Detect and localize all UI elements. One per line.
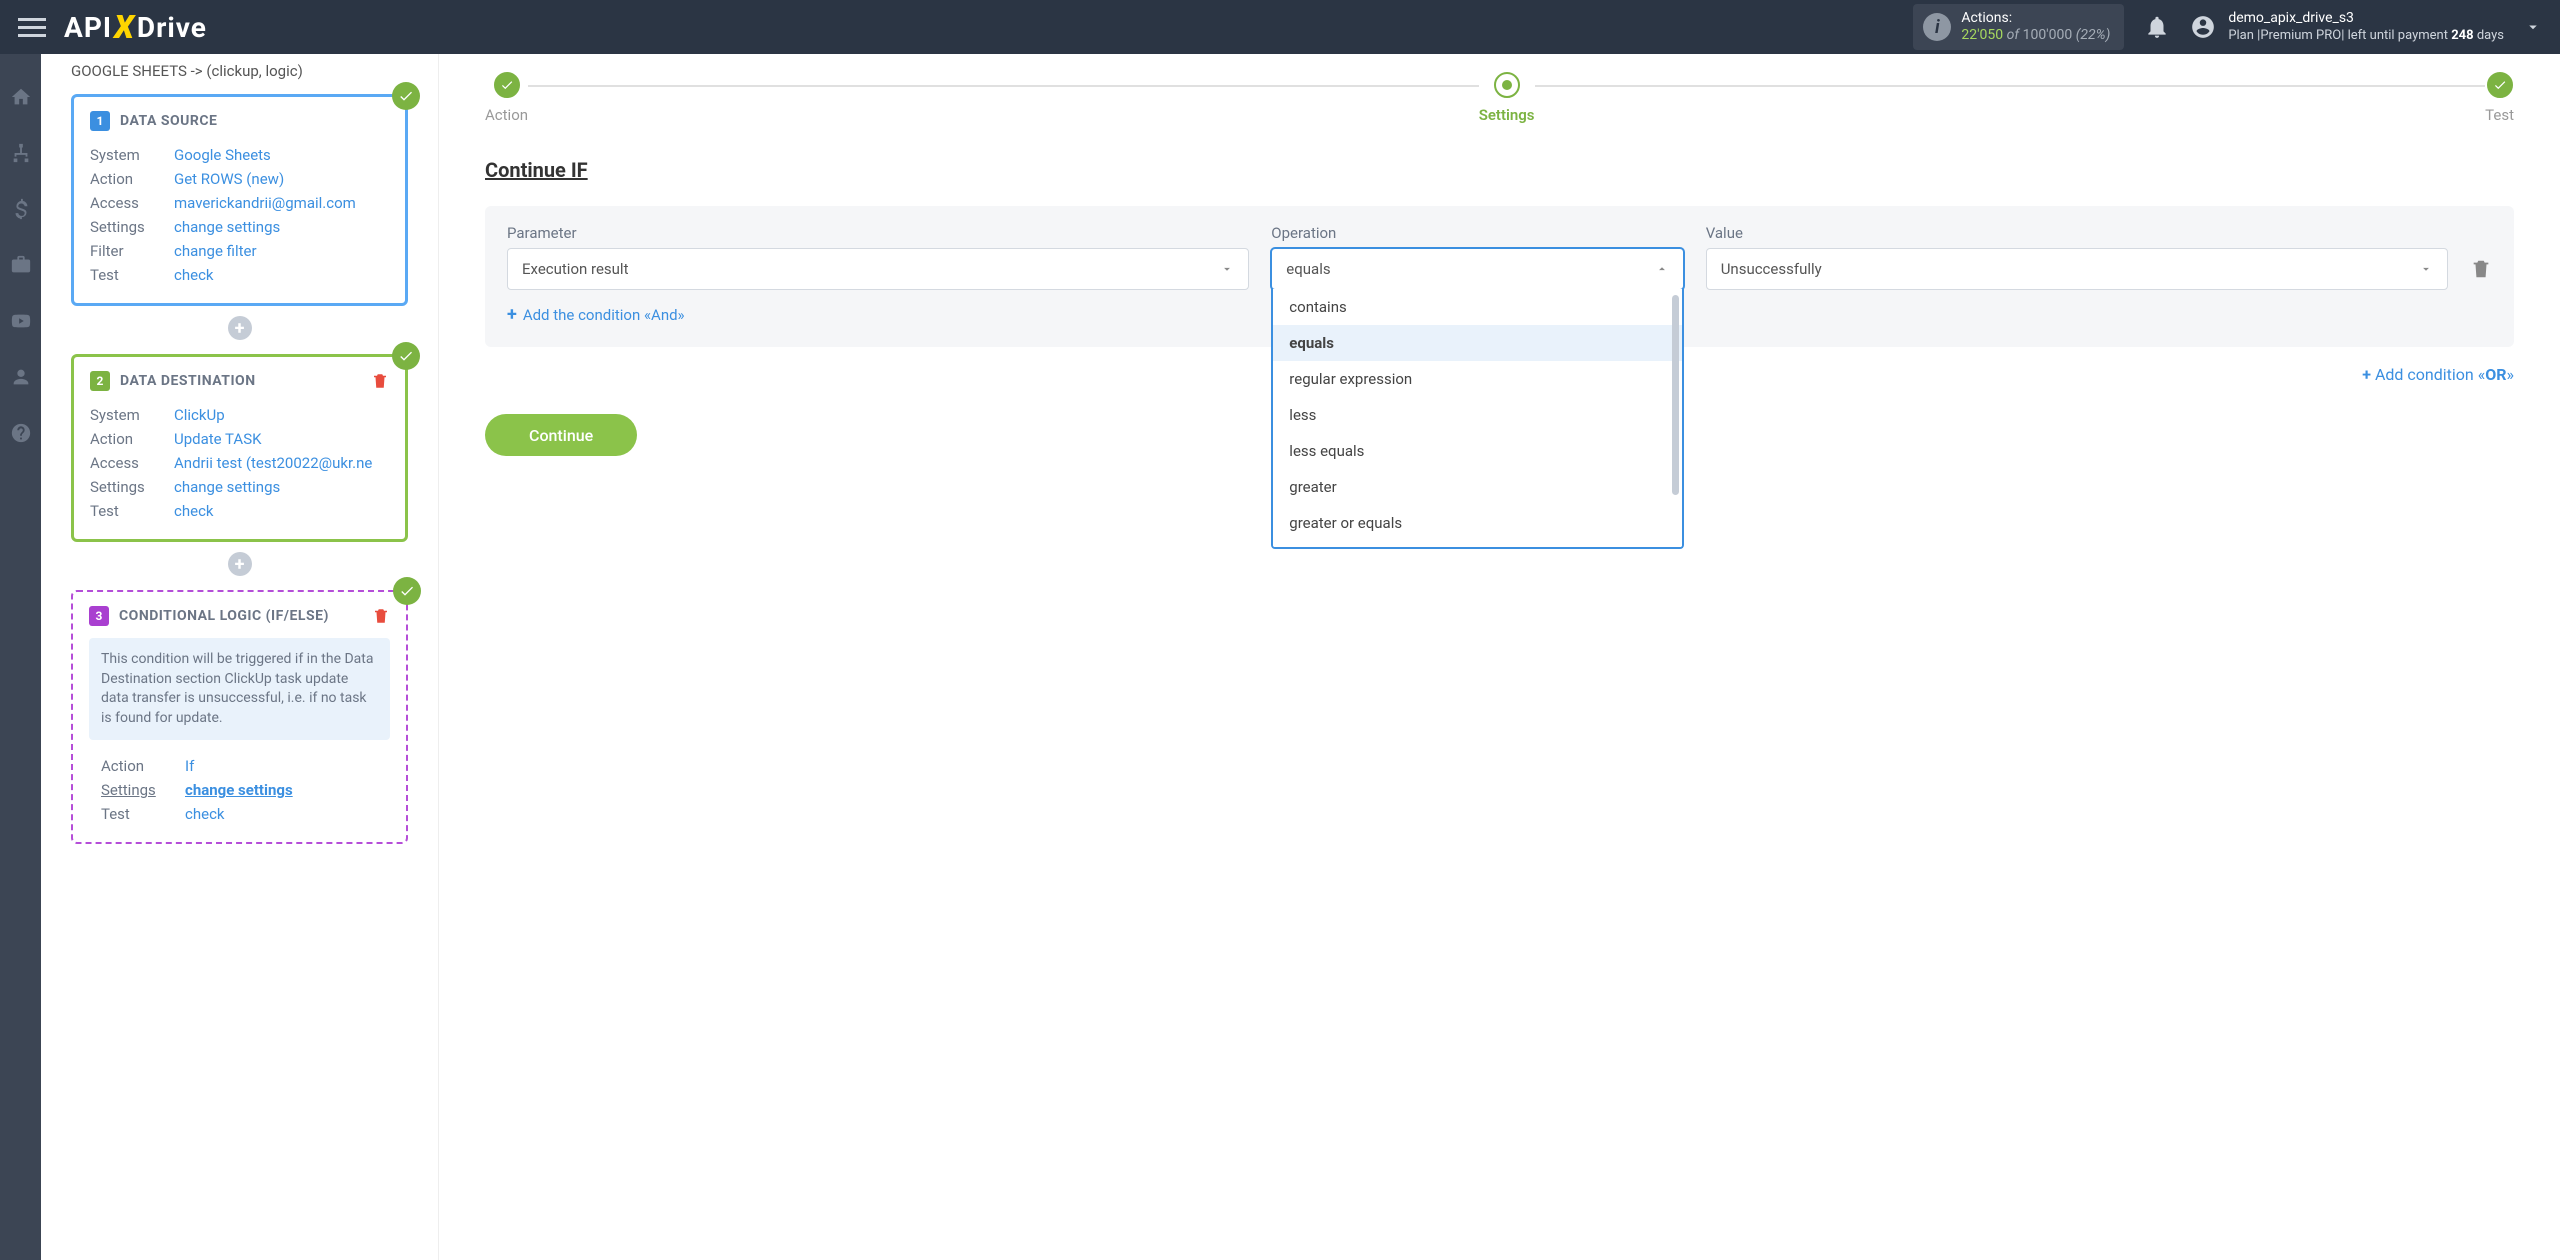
filter-box: Parameter Execution result Operation equ…	[485, 206, 2514, 347]
chevron-down-icon	[2419, 262, 2433, 276]
plus-icon: +	[507, 304, 517, 325]
logo-drive: Drive	[137, 11, 207, 44]
help-icon[interactable]	[10, 422, 32, 444]
source-settings-link[interactable]: change settings	[174, 215, 389, 239]
user-name: demo_apix_drive_s3	[2228, 9, 2504, 27]
actions-used: 22'050	[1961, 27, 2003, 43]
card-title: DATA SOURCE	[120, 113, 217, 129]
dropdown-item[interactable]: less	[1273, 397, 1681, 433]
sidebar: GOOGLE SHEETS -> (clickup, logic) 1 DATA…	[41, 54, 439, 1260]
plan-days: 248	[2451, 28, 2473, 43]
actions-label: Actions:	[1961, 10, 2110, 27]
main-panel: Action Settings Test Continue IF	[439, 54, 2560, 1260]
add-step-button[interactable]: +	[228, 552, 252, 576]
logo[interactable]: API X Drive	[64, 8, 207, 46]
card-number: 3	[89, 606, 109, 626]
check-badge-icon	[393, 577, 421, 605]
actions-pct: (22%)	[2076, 27, 2111, 43]
logic-test-link[interactable]: check	[185, 802, 378, 826]
dropdown-item[interactable]: equals	[1273, 325, 1681, 361]
card-title: CONDITIONAL LOGIC (IF/ELSE)	[119, 608, 329, 624]
logic-settings-link[interactable]: change settings	[185, 778, 378, 802]
step-action[interactable]: Action	[485, 72, 528, 124]
step-dot-done-icon	[494, 72, 520, 98]
trash-icon[interactable]	[2470, 258, 2492, 280]
data-destination-card[interactable]: 2 DATA DESTINATION SystemClickUp ActionU…	[71, 354, 408, 542]
logic-action[interactable]: If	[185, 754, 378, 778]
step-test[interactable]: Test	[2485, 72, 2514, 124]
step-dot-active-icon	[1494, 72, 1520, 98]
dropdown-item[interactable]: contains	[1273, 289, 1681, 325]
logic-description: This condition will be triggered if in t…	[89, 638, 390, 740]
value-dropdown[interactable]: Unsuccessfully	[1706, 248, 2448, 290]
menu-icon[interactable]	[18, 13, 46, 41]
actions-of: of	[2007, 27, 2019, 43]
trash-icon[interactable]	[372, 607, 390, 625]
actions-total: 100'000	[2023, 27, 2073, 43]
section-title: Continue IF	[485, 158, 2514, 182]
sitemap-icon[interactable]	[10, 142, 32, 164]
card-number: 1	[90, 111, 110, 131]
step-settings[interactable]: Settings	[1479, 72, 1535, 124]
home-icon[interactable]	[10, 86, 32, 108]
source-filter-link[interactable]: change filter	[174, 239, 389, 263]
bell-icon[interactable]	[2144, 14, 2170, 40]
step-dot-done-icon	[2487, 72, 2513, 98]
dest-system[interactable]: ClickUp	[174, 403, 389, 427]
dropdown-item[interactable]: regular expression	[1273, 361, 1681, 397]
user-block[interactable]: demo_apix_drive_s3 Plan |Premium PRO| le…	[2190, 9, 2542, 44]
source-test-link[interactable]: check	[174, 263, 389, 287]
left-nav	[0, 54, 41, 1260]
param-label: Parameter	[507, 224, 1249, 242]
dropdown-item[interactable]: less equals	[1273, 433, 1681, 469]
logo-api: API	[64, 11, 112, 44]
info-icon: i	[1923, 13, 1951, 41]
card-number: 2	[90, 371, 110, 391]
plan-prefix: Plan |Premium PRO| left until payment	[2228, 28, 2448, 43]
breadcrumb: GOOGLE SHEETS -> (clickup, logic)	[71, 54, 408, 94]
parameter-dropdown[interactable]: Execution result	[507, 248, 1249, 290]
dest-action[interactable]: Update TASK	[174, 427, 389, 451]
trash-icon[interactable]	[371, 372, 389, 390]
dest-settings-link[interactable]: change settings	[174, 475, 389, 499]
source-system[interactable]: Google Sheets	[174, 143, 389, 167]
step-line	[1535, 85, 2486, 87]
chevron-down-icon	[2524, 18, 2542, 36]
card-title: DATA DESTINATION	[120, 373, 256, 389]
op-label: Operation	[1271, 224, 1683, 242]
dollar-icon[interactable]	[10, 198, 32, 220]
chevron-down-icon	[1220, 262, 1234, 276]
source-action[interactable]: Get ROWS (new)	[174, 167, 389, 191]
plan-suffix: days	[2477, 28, 2504, 43]
stepper: Action Settings Test	[485, 72, 2514, 124]
dest-test-link[interactable]: check	[174, 499, 389, 523]
conditional-logic-card[interactable]: 3 CONDITIONAL LOGIC (IF/ELSE) This condi…	[71, 590, 408, 844]
dropdown-item[interactable]: greater or equals	[1273, 505, 1681, 541]
logo-x-icon: X	[114, 8, 135, 46]
operation-dropdown[interactable]: equals contains equals regular expressio…	[1271, 248, 1683, 290]
plus-icon: +	[2362, 365, 2375, 384]
check-badge-icon	[392, 342, 420, 370]
value-label: Value	[1706, 224, 2448, 242]
dest-access[interactable]: Andrii test (test20022@ukr.ne	[174, 451, 389, 475]
person-icon[interactable]	[10, 366, 32, 388]
continue-button[interactable]: Continue	[485, 414, 637, 456]
youtube-icon[interactable]	[10, 310, 32, 332]
check-badge-icon	[392, 82, 420, 110]
data-source-card[interactable]: 1 DATA SOURCE SystemGoogle Sheets Action…	[71, 94, 408, 306]
step-line	[528, 85, 1479, 87]
user-icon	[2190, 14, 2216, 40]
source-access[interactable]: maverickandrii@gmail.com	[174, 191, 389, 215]
add-step-button[interactable]: +	[228, 316, 252, 340]
actions-box[interactable]: i Actions: 22'050 of 100'000 (22%)	[1913, 4, 2124, 50]
scrollbar[interactable]	[1672, 295, 1679, 495]
briefcase-icon[interactable]	[10, 254, 32, 276]
operation-dropdown-list: contains equals regular expression less …	[1271, 289, 1683, 549]
dropdown-item[interactable]: greater	[1273, 469, 1681, 505]
dropdown-item[interactable]: empty	[1273, 541, 1681, 549]
chevron-up-icon	[1655, 262, 1669, 276]
topbar: API X Drive i Actions: 22'050 of 100'000…	[0, 0, 2560, 54]
